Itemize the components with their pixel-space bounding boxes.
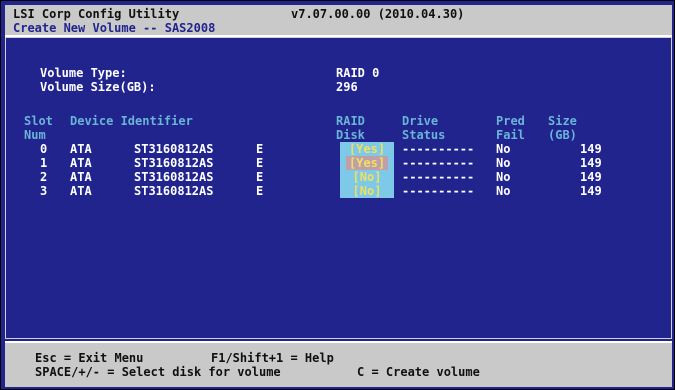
- row-vendor: ATA: [70, 170, 92, 184]
- version-label: v7.07.00.00 (2010.04.30): [291, 7, 465, 21]
- bios-screen: LSI Corp Config Utility v7.07.00.00 (201…: [0, 0, 675, 390]
- row-pred-fail: No: [496, 184, 511, 198]
- row-rev: E: [256, 184, 264, 198]
- page-subtitle: Create New Volume -- SAS2008: [13, 21, 216, 35]
- row-slot: 3: [40, 184, 48, 198]
- row-size: 149: [580, 170, 602, 184]
- row-rev: E: [256, 170, 264, 184]
- header-size-unit: (GB): [548, 128, 577, 142]
- row-size: 149: [580, 142, 602, 156]
- help-space: SPACE/+/- = Select disk for volume: [35, 365, 281, 379]
- row-slot: 1: [40, 156, 48, 170]
- raid-disk-toggle-selected[interactable]: [Yes]: [346, 156, 388, 170]
- row-slot: 0: [40, 142, 48, 156]
- row-model: ST3160812AS: [134, 170, 214, 184]
- header-size: Size: [548, 114, 577, 128]
- header-drive: Drive: [402, 114, 439, 128]
- row-pred-fail: No: [496, 142, 511, 156]
- volume-size-label: Volume Size(GB):: [40, 80, 156, 94]
- header-slot: Slot: [24, 114, 53, 128]
- row-model: ST3160812AS: [134, 142, 214, 156]
- raid-disk-toggle[interactable]: [Yes]: [340, 142, 394, 156]
- row-vendor: ATA: [70, 156, 92, 170]
- main-panel: Volume Type: RAID 0 Volume Size(GB): 296…: [5, 37, 672, 339]
- header-device-identifier: Device Identifier: [70, 114, 193, 128]
- row-rev: E: [256, 156, 264, 170]
- row-size: 149: [580, 156, 602, 170]
- header-num: Num: [24, 128, 46, 142]
- header-raid: RAID: [336, 114, 365, 128]
- row-drive-status: ----------: [402, 156, 475, 170]
- row-vendor: ATA: [70, 184, 92, 198]
- help-create: C = Create volume: [357, 365, 480, 379]
- help-f1: F1/Shift+1 = Help: [211, 351, 334, 365]
- row-slot: 2: [40, 170, 48, 184]
- volume-type-label: Volume Type:: [40, 66, 127, 80]
- header-disk: Disk: [336, 128, 365, 142]
- app-title: LSI Corp Config Utility: [13, 7, 180, 21]
- row-drive-status: ----------: [402, 170, 475, 184]
- help-esc: Esc = Exit Menu: [35, 351, 144, 365]
- row-pred-fail: No: [496, 170, 511, 184]
- volume-size-value: 296: [336, 80, 358, 94]
- help-footer: Esc = Exit Menu F1/Shift+1 = Help SPACE/…: [5, 341, 672, 387]
- raid-disk-toggle[interactable]: [No]: [340, 184, 394, 198]
- row-drive-status: ----------: [402, 184, 475, 198]
- header-status: Status: [402, 128, 446, 142]
- row-pred-fail: No: [496, 156, 511, 170]
- row-vendor: ATA: [70, 142, 92, 156]
- row-rev: E: [256, 142, 264, 156]
- row-drive-status: ----------: [402, 142, 475, 156]
- row-size: 149: [580, 184, 602, 198]
- header-pred: Pred: [496, 114, 525, 128]
- raid-disk-toggle[interactable]: [No]: [340, 170, 394, 184]
- row-model: ST3160812AS: [134, 156, 214, 170]
- row-model: ST3160812AS: [134, 184, 214, 198]
- volume-type-value: RAID 0: [336, 66, 380, 80]
- title-bar: LSI Corp Config Utility v7.07.00.00 (201…: [5, 5, 672, 37]
- header-fail: Fail: [496, 128, 525, 142]
